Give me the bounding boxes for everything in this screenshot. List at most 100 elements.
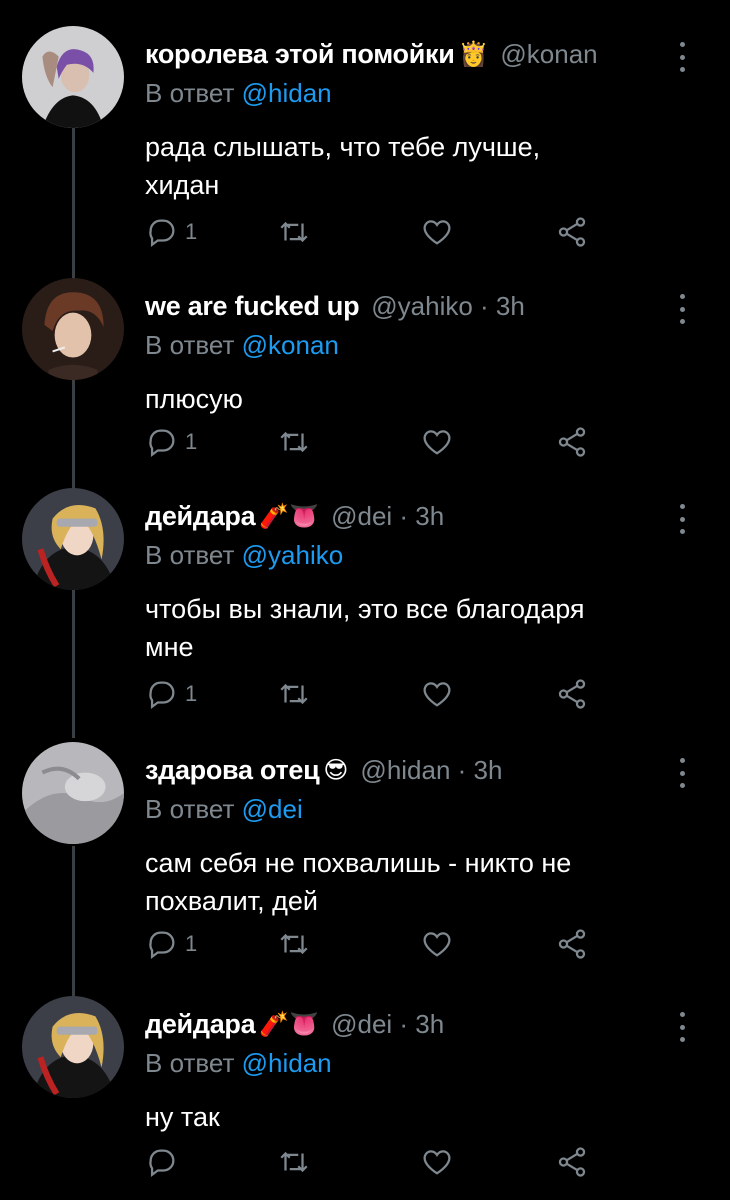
tweet-text-line: рада слышать, что тебе лучше, xyxy=(145,132,541,162)
like-button[interactable] xyxy=(420,212,454,252)
tweet-text-line: плюсую xyxy=(145,384,243,414)
reply-count: 1 xyxy=(185,219,198,244)
tweet-actions: 1 xyxy=(145,422,605,462)
heart-icon xyxy=(423,220,451,245)
reply-button[interactable]: 1 xyxy=(145,422,197,462)
name-emoji: 😎 xyxy=(323,756,349,784)
name-emoji: 👸 xyxy=(458,40,489,68)
display-name[interactable]: дейдара xyxy=(145,501,256,532)
share-icon xyxy=(558,427,586,457)
reply-prefix: В ответ xyxy=(145,540,235,570)
retweet-icon xyxy=(280,933,308,955)
more-vertical-icon[interactable] xyxy=(676,1012,688,1042)
avatar-image xyxy=(22,26,124,128)
more-vertical-icon[interactable] xyxy=(676,758,688,788)
reply-mention[interactable]: @yahiko xyxy=(242,540,344,570)
tweet-text-line: чтобы вы знали, это все благодаря xyxy=(145,594,585,624)
tweet-text: чтобы вы знали, это все благодаря мне xyxy=(145,590,705,666)
tweet-actions xyxy=(145,1142,605,1182)
avatar[interactable] xyxy=(22,996,124,1098)
retweet-icon xyxy=(280,1151,308,1173)
retweet-button[interactable] xyxy=(277,1142,311,1182)
name-emoji: 🧨👅 xyxy=(259,502,320,530)
user-handle[interactable]: @hidan · 3h xyxy=(360,755,502,786)
share-button[interactable] xyxy=(555,212,589,252)
retweet-button[interactable] xyxy=(277,924,311,964)
avatar-image xyxy=(22,742,124,844)
tweet-actions: 1 xyxy=(145,674,605,714)
more-vertical-icon[interactable] xyxy=(676,42,688,72)
user-handle[interactable]: @dei · 3h xyxy=(331,501,444,532)
user-handle[interactable]: @dei · 3h xyxy=(331,1009,444,1040)
reply-button[interactable]: 1 xyxy=(145,212,197,252)
thread-line xyxy=(72,128,75,280)
replying-to: В ответ @konan xyxy=(145,330,339,361)
reply-thread: королева этой помойки 👸 @konan В ответ @… xyxy=(0,0,730,1200)
retweet-button[interactable] xyxy=(277,674,311,714)
share-button[interactable] xyxy=(555,422,589,462)
replying-to: В ответ @hidan xyxy=(145,1048,332,1079)
reply-icon xyxy=(149,931,175,960)
tweet-text: рада слышать, что тебе лучше, хидан xyxy=(145,128,705,204)
retweet-icon xyxy=(280,221,308,243)
tweet-actions: 1 xyxy=(145,924,605,964)
share-button[interactable] xyxy=(555,1142,589,1182)
reply-count: 1 xyxy=(185,429,198,454)
retweet-icon xyxy=(280,683,308,705)
share-icon xyxy=(558,679,586,709)
reply-icon xyxy=(149,219,175,248)
reply-mention[interactable]: @konan xyxy=(242,330,339,360)
more-vertical-icon[interactable] xyxy=(676,504,688,534)
reply-count: 1 xyxy=(185,931,198,956)
replying-to: В ответ @hidan xyxy=(145,78,332,109)
avatar[interactable] xyxy=(22,488,124,590)
retweet-icon xyxy=(280,431,308,453)
retweet-button[interactable] xyxy=(277,212,311,252)
reply-prefix: В ответ xyxy=(145,794,235,824)
replying-to: В ответ @yahiko xyxy=(145,540,343,571)
retweet-button[interactable] xyxy=(277,422,311,462)
reply-icon xyxy=(149,1149,175,1178)
tweet-text-line: хидан xyxy=(145,170,220,200)
display-name[interactable]: we are fucked up xyxy=(145,291,360,322)
reply-button[interactable]: 1 xyxy=(145,674,197,714)
avatar[interactable] xyxy=(22,26,124,128)
avatar-image xyxy=(22,278,124,380)
reply-icon xyxy=(149,681,175,710)
more-vertical-icon[interactable] xyxy=(676,294,688,324)
tweet-text-line: похвалит, дей xyxy=(145,886,318,916)
display-name[interactable]: здарова отец xyxy=(145,755,320,786)
reply-prefix: В ответ xyxy=(145,330,235,360)
tweet-text: плюсую xyxy=(145,380,705,418)
like-button[interactable] xyxy=(420,1142,454,1182)
display-name[interactable]: дейдара xyxy=(145,1009,256,1040)
like-button[interactable] xyxy=(420,422,454,462)
tweet-text: ну так xyxy=(145,1098,705,1136)
like-button[interactable] xyxy=(420,674,454,714)
reply-mention[interactable]: @hidan xyxy=(242,1048,332,1078)
heart-icon xyxy=(423,430,451,455)
user-handle[interactable]: @konan xyxy=(500,39,597,70)
reply-mention[interactable]: @dei xyxy=(242,794,303,824)
tweet-actions: 1 xyxy=(145,212,605,252)
reply-count: 1 xyxy=(185,681,198,706)
heart-icon xyxy=(423,1150,451,1175)
avatar[interactable] xyxy=(22,278,124,380)
share-button[interactable] xyxy=(555,674,589,714)
share-icon xyxy=(558,1147,586,1177)
heart-icon xyxy=(423,682,451,707)
share-button[interactable] xyxy=(555,924,589,964)
reply-button[interactable]: 1 xyxy=(145,924,197,964)
replying-to: В ответ @dei xyxy=(145,794,303,825)
avatar-image xyxy=(22,488,124,590)
reply-mention[interactable]: @hidan xyxy=(242,78,332,108)
avatar[interactable] xyxy=(22,742,124,844)
reply-button[interactable] xyxy=(145,1142,185,1182)
thread-line xyxy=(72,586,75,738)
user-handle[interactable]: @yahiko · 3h xyxy=(371,291,525,322)
tweet-text-line: ну так xyxy=(145,1102,220,1132)
like-button[interactable] xyxy=(420,924,454,964)
name-emoji: 🧨👅 xyxy=(259,1010,320,1038)
display-name[interactable]: королева этой помойки xyxy=(145,39,455,70)
tweet-text-line: мне xyxy=(145,632,194,662)
